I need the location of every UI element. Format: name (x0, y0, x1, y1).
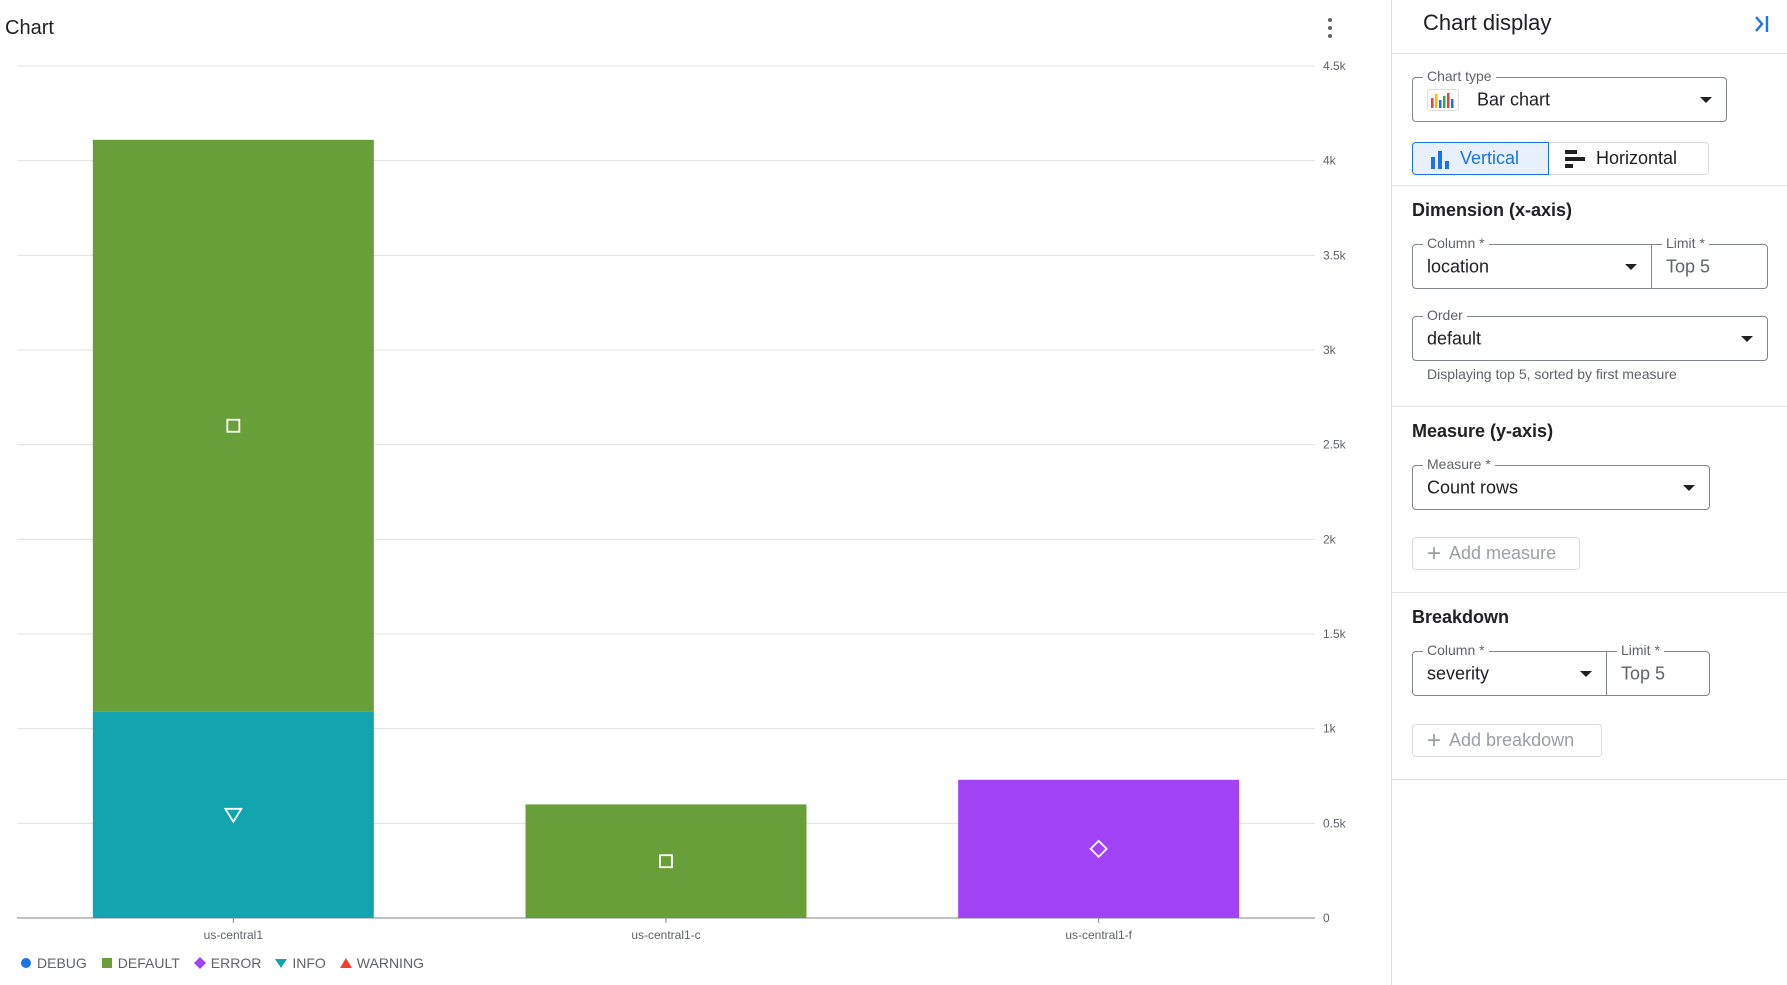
y-tick-label: 2k (1323, 532, 1337, 546)
order-value: default (1427, 328, 1482, 348)
vertical-label: Vertical (1460, 148, 1520, 168)
measure-heading: Measure (y-axis) (1412, 421, 1554, 441)
chevron-down-icon (1700, 96, 1712, 103)
legend-label: WARNING (356, 955, 424, 971)
dimension-heading: Dimension (x-axis) (1412, 200, 1573, 220)
y-tick-label: 0 (1323, 911, 1330, 925)
bar-default (525, 804, 807, 918)
breakdown-limit-value: Top 5 (1621, 663, 1666, 683)
measure-select[interactable]: Measure * Count rows (1412, 456, 1710, 510)
app-root: Chart 0 0.5k 1k 1.5k 2k 2.5k 3k 3.5k 4k 4.5k us-ce… (0, 0, 1787, 985)
dimension-column-select[interactable]: Column * location (1412, 235, 1652, 289)
legend-item-error[interactable]: ERROR (193, 955, 262, 971)
add-measure-label: Add measure (1449, 543, 1557, 563)
y-tick-label: 0.5k (1323, 816, 1347, 830)
vertical-bars-icon (1431, 150, 1449, 169)
chevron-down-icon (1683, 484, 1695, 491)
divider (1392, 53, 1787, 54)
dimension-hint: Displaying top 5, sorted by first measur… (1427, 366, 1677, 382)
bar-chart-icon (1427, 89, 1459, 111)
order-select[interactable]: Order default (1412, 307, 1768, 361)
divider (1392, 185, 1787, 186)
legend-label: DEFAULT (117, 955, 180, 971)
x-tick-label: us-central1-c (631, 928, 700, 942)
legend-item-info[interactable]: INFO (275, 955, 326, 971)
breakdown-column-label: Column * (1423, 642, 1489, 658)
chart-type-value: Bar chart (1477, 89, 1551, 109)
y-tick-label: 3.5k (1323, 248, 1347, 262)
divider (1392, 406, 1787, 407)
legend-triangle-up-icon (339, 958, 352, 968)
breakdown-heading: Breakdown (1412, 607, 1510, 627)
add-breakdown-label: Add breakdown (1449, 730, 1575, 750)
breakdown-column-value: severity (1427, 663, 1490, 683)
horizontal-bars-icon (1565, 149, 1585, 168)
chevron-down-icon (1580, 670, 1592, 677)
chart-type-select[interactable]: Chart type Bar chart (1412, 68, 1727, 122)
chart-area: Chart 0 0.5k 1k 1.5k 2k 2.5k 3k 3.5k 4k 4.5k us-ce… (0, 0, 1391, 985)
chevron-down-icon (1741, 335, 1753, 342)
dimension-column-label: Column * (1423, 235, 1489, 251)
legend-item-default[interactable]: DEFAULT (101, 955, 180, 971)
breakdown-column-select[interactable]: Column * severity (1412, 642, 1607, 696)
breakdown-limit-field[interactable]: Limit * Top 5 (1606, 642, 1710, 696)
bar-info (92, 711, 374, 918)
chart-type-label: Chart type (1423, 68, 1496, 84)
legend-circle-icon (21, 958, 31, 968)
y-tick-label: 1.5k (1323, 627, 1347, 641)
panel-title: Chart display (1423, 10, 1552, 35)
plus-icon: + (1427, 539, 1442, 567)
divider (1392, 779, 1787, 780)
x-tick-label: us-central1-f (1065, 928, 1132, 942)
chart-display-panel: Chart display Chart type Bar chart Verti… (1391, 0, 1787, 985)
measure-label: Measure * (1423, 456, 1495, 472)
legend-label: ERROR (210, 955, 262, 971)
measure-value: Count rows (1427, 477, 1519, 497)
bar-default (92, 139, 374, 712)
plus-icon: + (1427, 726, 1442, 754)
horizontal-orientation-button[interactable]: Horizontal (1549, 142, 1709, 175)
dimension-limit-value: Top 5 (1666, 256, 1711, 276)
dimension-column-value: location (1427, 256, 1490, 276)
dimension-limit-field[interactable]: Limit * Top 5 (1651, 235, 1768, 289)
order-label: Order (1423, 307, 1467, 323)
y-tick-label: 3k (1323, 343, 1337, 357)
legend-diamond-icon (193, 957, 206, 969)
y-tick-label: 4k (1323, 154, 1337, 168)
dimension-limit-label: Limit * (1662, 235, 1709, 251)
chart-legend: DEBUG DEFAULT ERROR INFO WARNING (20, 955, 424, 971)
add-measure-button[interactable]: + Add measure (1412, 537, 1580, 570)
legend-label: DEBUG (37, 955, 87, 971)
y-tick-label: 4.5k (1323, 59, 1347, 73)
horizontal-label: Horizontal (1596, 148, 1678, 168)
y-tick-label: 1k (1323, 722, 1337, 736)
y-tick-label: 2.5k (1323, 438, 1347, 452)
add-breakdown-button[interactable]: + Add breakdown (1412, 724, 1602, 757)
legend-square-icon (101, 958, 112, 968)
legend-item-debug[interactable]: DEBUG (20, 955, 87, 971)
legend-label: INFO (292, 955, 326, 971)
bar-error (958, 779, 1240, 918)
breakdown-limit-label: Limit * (1617, 642, 1664, 658)
legend-item-warning[interactable]: WARNING (339, 955, 424, 971)
divider (1392, 592, 1787, 593)
collapse-panel-icon[interactable] (1748, 10, 1776, 38)
x-tick-label: us-central1 (204, 928, 264, 942)
chevron-down-icon (1625, 263, 1637, 270)
legend-triangle-down-icon (275, 959, 288, 968)
bar-chart: 0 0.5k 1k 1.5k 2k 2.5k 3k 3.5k 4k 4.5k us-central1… (17, 59, 1347, 942)
vertical-orientation-button[interactable]: Vertical (1412, 142, 1549, 175)
